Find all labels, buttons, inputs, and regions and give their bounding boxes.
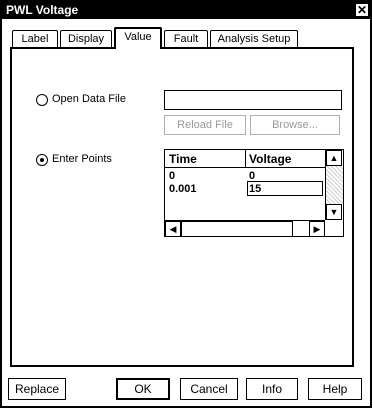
info-label: Info	[261, 382, 282, 396]
voltage-edit-field[interactable]: 15	[247, 181, 323, 196]
tab-analysis-setup-text: Analysis Setup	[217, 33, 291, 45]
pwl-voltage-dialog: PWL Voltage ✕ Label Display Value Fault …	[0, 0, 372, 408]
cancel-button[interactable]: Cancel	[180, 378, 238, 400]
enter-points-radio[interactable]	[36, 154, 48, 166]
help-label: Help	[322, 382, 348, 396]
replace-button[interactable]: Replace	[8, 378, 66, 400]
window-title: PWL Voltage	[6, 3, 79, 17]
scroll-up-button[interactable]: ▲	[326, 150, 342, 166]
tab-value-text: Value	[124, 31, 152, 43]
arrow-right-icon: ▶	[313, 224, 321, 234]
close-button[interactable]: ✕	[356, 4, 368, 16]
voltage-cell: 15	[249, 183, 262, 195]
scroll-right-button[interactable]: ▶	[309, 221, 325, 237]
reload-file-label: Reload File	[177, 119, 233, 131]
header-divider	[165, 167, 325, 168]
vertical-scrollbar[interactable]: ▲ ▼	[325, 150, 343, 220]
cancel-label: Cancel	[190, 382, 228, 396]
open-data-file-label: Open Data File	[52, 93, 126, 105]
tab-analysis-setup[interactable]: Analysis Setup	[210, 30, 298, 47]
tab-label[interactable]: Label	[12, 30, 58, 47]
arrow-up-icon: ▲	[329, 153, 339, 163]
enter-points-label: Enter Points	[52, 153, 112, 165]
points-table[interactable]: Time Voltage 0 0 0.001 15 ▲ ▼ ◀ ▶	[164, 149, 344, 237]
browse-label: Browse...	[272, 119, 318, 131]
file-path-field[interactable]	[164, 90, 342, 110]
info-button[interactable]: Info	[246, 378, 298, 400]
replace-label: Replace	[14, 382, 60, 396]
ok-button[interactable]: OK	[116, 378, 170, 400]
scroll-left-button[interactable]: ◀	[165, 221, 181, 237]
close-icon: ✕	[356, 3, 368, 17]
tab-fault[interactable]: Fault	[164, 30, 208, 47]
tab-display-text: Display	[67, 33, 105, 45]
open-data-file-radio[interactable]	[36, 94, 48, 106]
arrow-left-icon: ◀	[169, 224, 177, 234]
time-cell: 0	[169, 170, 176, 182]
tab-value[interactable]: Value	[114, 27, 162, 49]
horizontal-scroll-thumb[interactable]	[181, 221, 293, 237]
tab-label-text: Label	[21, 33, 49, 45]
voltage-column-header: Voltage	[249, 152, 292, 166]
tab-fault-text: Fault	[173, 33, 199, 45]
tab-display[interactable]: Display	[60, 30, 112, 47]
help-button[interactable]: Help	[308, 378, 362, 400]
time-column-header: Time	[169, 152, 197, 166]
title-bar[interactable]: PWL Voltage ✕	[2, 2, 370, 19]
horizontal-scrollbar[interactable]: ◀ ▶	[165, 220, 325, 237]
vertical-scroll-track[interactable]	[326, 166, 343, 204]
browse-button[interactable]: Browse...	[250, 115, 340, 135]
reload-file-button[interactable]: Reload File	[164, 115, 246, 135]
scroll-down-button[interactable]: ▼	[326, 204, 342, 220]
arrow-down-icon: ▼	[329, 207, 339, 217]
ok-label: OK	[134, 382, 152, 396]
column-divider	[245, 150, 246, 167]
time-cell: 0.001	[169, 183, 197, 195]
